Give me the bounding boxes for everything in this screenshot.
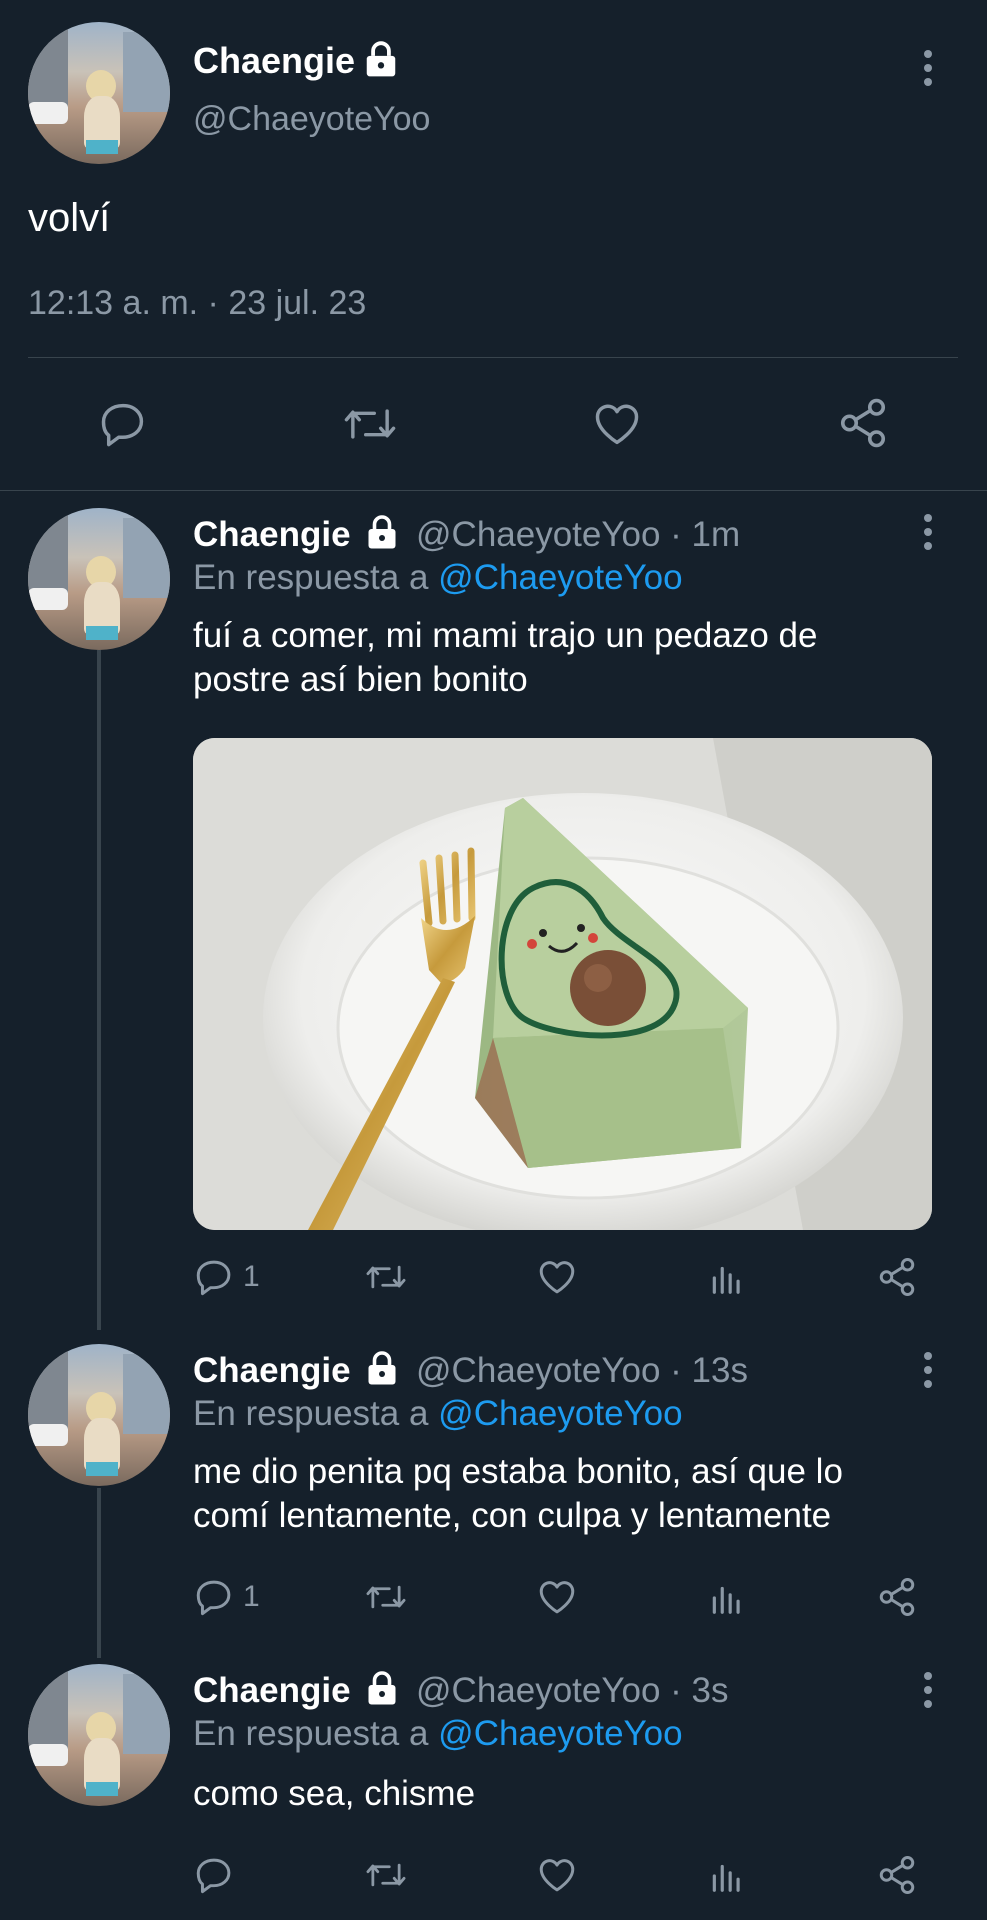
views-icon[interactable] [708,1258,746,1298]
avatar[interactable] [28,1344,170,1486]
retweet-icon[interactable] [363,1576,409,1618]
divider [0,490,987,491]
share-icon[interactable] [876,1576,918,1618]
display-name[interactable]: Chaengie [193,515,351,554]
like-icon[interactable] [536,1854,578,1896]
more-icon[interactable] [920,512,936,552]
more-icon[interactable] [920,48,936,88]
display-name[interactable]: Chaengie [193,40,355,82]
reply-prefix: En respuesta a [193,558,429,597]
retweet-icon[interactable] [340,398,400,450]
share-icon[interactable] [836,396,890,450]
mention-link[interactable]: @ChaeyoteYoo [438,1714,682,1753]
more-icon[interactable] [920,1670,936,1710]
reply-count: 1 [243,1580,260,1613]
share-icon[interactable] [876,1256,918,1298]
reply-context: En respuesta a @ChaeyoteYoo [193,558,683,598]
display-name[interactable]: Chaengie [193,1671,351,1710]
handle[interactable]: @ChaeyoteYoo [193,100,430,139]
avatar[interactable] [28,1664,170,1806]
mention-link[interactable]: @ChaeyoteYoo [438,1394,682,1433]
views-icon[interactable] [708,1856,746,1896]
reply-button[interactable]: 1 [193,1256,260,1298]
like-icon[interactable] [590,398,644,450]
tweet-text-line: comí lentamente, con culpa y lentamente [193,1496,832,1535]
tweet-text-line: postre así bien bonito [193,660,528,699]
divider [28,357,958,358]
tweet-text: volví [28,196,111,240]
reply-header: Chaengie @ChaeyoteYoo · 3s [193,1670,729,1711]
like-icon[interactable] [536,1576,578,1618]
display-name[interactable]: Chaengie [193,1351,351,1390]
time[interactable]: · 3s [670,1671,728,1710]
lock-icon [364,1350,400,1386]
lock-icon [364,1670,400,1706]
tweet-text-line: me dio penita pq estaba bonito, así que … [193,1452,843,1491]
time[interactable]: · 1m [670,515,740,554]
reply-icon [193,1854,235,1896]
avatar[interactable] [28,508,170,650]
time[interactable]: · 13s [670,1351,748,1390]
reply-header: Chaengie @ChaeyoteYoo · 1m [193,514,740,555]
handle[interactable]: @ChaeyoteYoo [416,1351,660,1390]
more-icon[interactable] [920,1350,936,1390]
avatar[interactable] [28,22,170,164]
lock-icon [362,40,400,78]
tweet-text-line: fuí a comer, mi mami trajo un pedazo de [193,616,818,655]
timestamp[interactable]: 12:13 a. m. · 23 jul. 23 [28,284,366,323]
mention-link[interactable]: @ChaeyoteYoo [438,558,682,597]
reply-header: Chaengie @ChaeyoteYoo · 13s [193,1350,748,1391]
retweet-icon[interactable] [363,1854,409,1896]
handle[interactable]: @ChaeyoteYoo [416,515,660,554]
reply-icon[interactable] [97,398,149,450]
lock-icon [364,514,400,550]
tweet-media-image[interactable] [193,738,932,1230]
share-icon[interactable] [876,1854,918,1896]
reply-count: 1 [243,1260,260,1293]
tweet-text: fuí a comer, mi mami trajo un pedazo de … [193,614,817,702]
cake-illustration [193,738,932,1230]
reply-prefix: En respuesta a [193,1714,429,1753]
thread-line [97,650,101,1330]
tweet-text: como sea, chisme [193,1774,476,1813]
reply-context: En respuesta a @ChaeyoteYoo [193,1394,683,1434]
reply-icon [193,1576,235,1618]
reply-button[interactable] [193,1854,243,1896]
tweet-text: me dio penita pq estaba bonito, así que … [193,1450,843,1538]
views-icon[interactable] [708,1578,746,1618]
reply-context: En respuesta a @ChaeyoteYoo [193,1714,683,1754]
reply-prefix: En respuesta a [193,1394,429,1433]
reply-button[interactable]: 1 [193,1576,260,1618]
thread-line [97,1488,101,1658]
retweet-icon[interactable] [363,1256,409,1298]
like-icon[interactable] [536,1256,578,1298]
reply-icon [193,1256,235,1298]
handle[interactable]: @ChaeyoteYoo [416,1671,660,1710]
